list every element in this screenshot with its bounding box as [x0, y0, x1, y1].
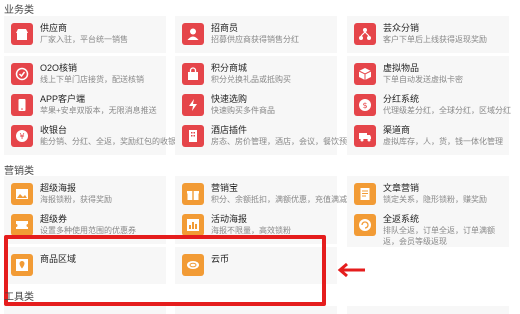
- card-name: 积分商城: [211, 63, 248, 73]
- store-icon: [11, 23, 33, 45]
- card-name: 全返系统: [383, 214, 420, 224]
- card-desc: 线上下单门店接货，配送核销: [40, 75, 144, 84]
- card-name: 分红系统: [383, 94, 420, 104]
- card-supplier[interactable]: 供应商 厂家入驻，平台统一销售: [4, 16, 166, 53]
- card-full-return[interactable]: 全返系统 排队全返，订单全返，订单满额返，会员等级返现: [347, 207, 509, 247]
- tools-card-partial: [4, 306, 166, 314]
- o2o-icon: [11, 63, 33, 85]
- card-name: 虚拟物品: [383, 63, 420, 73]
- card-desc: 房态、房价管理，酒店，会议，餐饮预订: [211, 137, 355, 146]
- card-name: 超级海报: [40, 183, 77, 193]
- highlight-box: [4, 235, 326, 306]
- building-icon: [182, 125, 204, 147]
- card-name: 供应商: [40, 23, 68, 33]
- card-desc: 代理级差分红，全球分红，区域分红: [383, 106, 511, 115]
- card-desc: 积分兑换礼品或抵购买: [211, 75, 291, 84]
- lightning-icon: [182, 94, 204, 116]
- card-name: 营销宝: [211, 183, 239, 193]
- card-recruiter[interactable]: 招商员 招募供应商获得销售分红: [175, 16, 337, 53]
- card-name: 超级券: [40, 214, 68, 224]
- card-name: APP客户端: [40, 94, 86, 104]
- card-name: 快速选购: [211, 94, 248, 104]
- card-name: 芸众分销: [383, 23, 420, 33]
- card-desc: 下单自动发送虚拟卡密: [383, 75, 463, 84]
- user-icon: [182, 23, 204, 45]
- network-icon: [354, 23, 376, 45]
- section-title-tools: 工具类: [4, 292, 34, 303]
- card-name: O2O核销: [40, 63, 78, 73]
- card-name: 招商员: [211, 23, 239, 33]
- card-desc: 能分销、分红、全返，奖励红包的收银台: [40, 137, 184, 146]
- document-icon: [354, 183, 376, 205]
- refresh-icon: [354, 214, 376, 236]
- chart-icon: [182, 214, 204, 236]
- card-desc: 客户下单后上线获得返现奖励: [383, 35, 487, 44]
- shopping-bag-icon: [182, 63, 204, 85]
- money-icon: $: [354, 94, 376, 116]
- card-hotel[interactable]: 酒店插件 房态、房价管理，酒店，会议，餐饮预订: [175, 118, 355, 155]
- card-desc: 快速购买多件商品: [211, 106, 275, 115]
- card-desc: 苹果+安卓双版本，无限消息推送: [40, 106, 157, 115]
- card-desc: 虚拟库存，人，货，钱一体化管理: [383, 137, 503, 146]
- image-icon: [11, 183, 33, 205]
- card-name: 酒店插件: [211, 125, 248, 135]
- card-desc: 锁定关系，隐形锁粉，赚奖励: [383, 195, 487, 204]
- ticket-icon: [11, 214, 33, 236]
- card-desc: 海报锁粉，获得奖励: [40, 195, 112, 204]
- card-desc: 排队全返，订单全返，订单满额返，会员等级返现: [383, 226, 495, 246]
- section-title-business: 业务类: [4, 5, 34, 16]
- card-channel[interactable]: 渠道商 虚拟库存，人，货，钱一体化管理: [347, 118, 509, 155]
- card-desc: 招募供应商获得销售分红: [211, 35, 299, 44]
- svg-text:$: $: [362, 101, 367, 110]
- tools-card-partial: [347, 306, 509, 314]
- section-title-marketing: 营销类: [4, 166, 34, 177]
- card-name: 收银台: [40, 125, 68, 135]
- card-name: 渠道商: [383, 125, 411, 135]
- card-name: 活动海报: [211, 214, 248, 224]
- truck-icon: [354, 125, 376, 147]
- gift-icon: [182, 183, 204, 205]
- card-cashier[interactable]: ¥ 收银台 能分销、分红、全返，奖励红包的收银台: [4, 118, 184, 155]
- card-name: 文章营销: [383, 183, 420, 193]
- card-desc: 积分、余额抵扣，满额优惠，充值满减: [211, 195, 347, 204]
- yen-icon: ¥: [11, 125, 33, 147]
- phone-icon: [11, 94, 33, 116]
- card-multi-dist[interactable]: 芸众分销 客户下单后上线获得返现奖励: [347, 16, 509, 53]
- card-desc: 厂家入驻，平台统一销售: [40, 35, 128, 44]
- box-icon: [354, 63, 376, 85]
- tools-card-partial: [175, 306, 337, 314]
- arrow-left-icon: [337, 262, 365, 278]
- svg-text:¥: ¥: [19, 132, 24, 141]
